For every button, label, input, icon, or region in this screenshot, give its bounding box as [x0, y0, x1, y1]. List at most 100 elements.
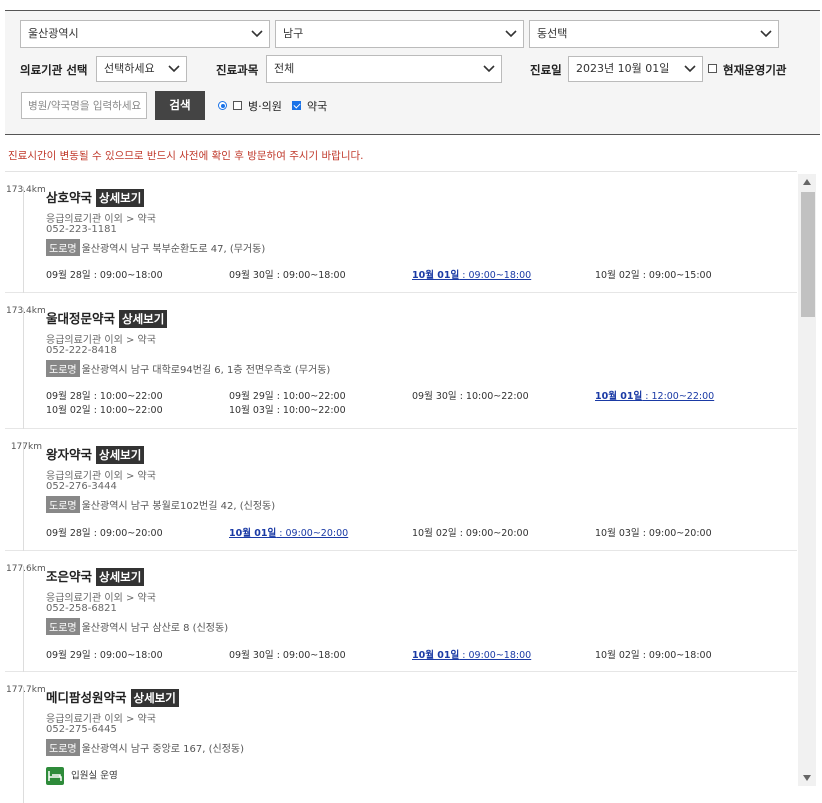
pharmacy-name-text[interactable]: 왕자약국 — [46, 447, 92, 462]
hours-cell: 09월 29일 : 09:00~18:00 — [46, 647, 226, 661]
distance: 177.6km — [6, 564, 46, 574]
hours-day: 10월 01일 — [595, 391, 643, 402]
hours-time: : 09:00~18:00 — [273, 270, 346, 281]
hours-day: 09월 29일 — [229, 391, 274, 402]
pharmacy-label: 약국 — [307, 100, 328, 113]
dept-value: 전체 — [274, 62, 295, 75]
timeline-line — [23, 187, 24, 293]
bed-icon — [46, 767, 64, 785]
road-badge: 도로명 — [46, 239, 80, 256]
hours-cell[interactable]: 10월 01일 : 12:00~22:00 — [595, 388, 775, 402]
hours-day: 10월 03일 — [229, 405, 274, 416]
category: 응급의료기관 이외 > 약국 — [46, 214, 156, 225]
road-badge: 도로명 — [46, 739, 80, 756]
list-item: 177.7km 메디팜성원약국 상세보기 응급의료기관 이외 > 약국 052-2… — [5, 672, 797, 803]
distance: 177.7km — [6, 685, 46, 695]
phone: 052-222-8418 — [46, 345, 117, 356]
hours-day: 10월 01일 — [412, 650, 460, 661]
pharmacy-name-text[interactable]: 울대정문약국 — [46, 311, 115, 326]
hours-day: 10월 03일 — [595, 528, 640, 539]
hours-time: : 10:00~22:00 — [273, 405, 346, 416]
type-radio[interactable] — [218, 101, 227, 110]
hours-cell[interactable]: 10월 01일 : 09:00~18:00 — [412, 267, 592, 281]
hours-time: : 09:00~15:00 — [639, 270, 712, 281]
hours-day: 10월 01일 — [412, 270, 460, 281]
pharmacy-checkbox[interactable] — [292, 101, 301, 110]
hours-day: 09월 30일 — [229, 650, 274, 661]
date-value: 2023년 10월 01일 — [576, 62, 670, 75]
pharmacy-name: 울대정문약국 상세보기 — [46, 308, 168, 328]
hours-cell[interactable]: 10월 01일 : 09:00~20:00 — [229, 525, 409, 539]
results-list: 173.4km 삼호약국 상세보기 응급의료기관 이외 > 약국 052-223-… — [5, 171, 820, 803]
date-select[interactable]: 2023년 10월 01일 — [568, 56, 703, 82]
hours-cell: 09월 29일 : 10:00~22:00 — [229, 388, 409, 402]
hours-cell: 09월 30일 : 09:00~18:00 — [229, 647, 409, 661]
open-now-checkbox[interactable] — [708, 64, 717, 73]
hours-time: : 09:00~20:00 — [639, 528, 712, 539]
chevron-down-icon — [684, 65, 696, 73]
hours-cell: 09월 28일 : 09:00~20:00 — [46, 525, 226, 539]
hours-day: 10월 01일 — [229, 528, 277, 539]
category: 응급의료기관 이외 > 약국 — [46, 471, 156, 482]
dept-select[interactable]: 전체 — [266, 55, 502, 83]
phone: 052-258-6821 — [46, 603, 117, 614]
address: 울산광역시 남구 중앙로 167, (신정동) — [81, 744, 244, 755]
hours-cell: 09월 30일 : 09:00~18:00 — [229, 267, 409, 281]
pharmacy-name-text[interactable]: 삼호약국 — [46, 190, 92, 205]
scroll-down-arrow-icon[interactable] — [803, 775, 811, 781]
scroll-up-arrow-icon[interactable] — [803, 179, 811, 185]
phone: 052-275-6445 — [46, 724, 117, 735]
hours-time: : 09:00~20:00 — [456, 528, 529, 539]
search-input[interactable] — [21, 92, 147, 119]
scrollbar[interactable] — [798, 174, 816, 786]
hours-cell: 10월 02일 : 09:00~15:00 — [595, 267, 775, 281]
chevron-down-icon — [505, 30, 517, 38]
scrollbar-thumb[interactable] — [801, 192, 815, 317]
hours-time: : 10:00~22:00 — [456, 391, 529, 402]
institution-select[interactable]: 선택하세요 — [96, 56, 187, 82]
address: 울산광역시 남구 봉월로102번길 42, (신정동) — [81, 501, 276, 512]
chevron-down-icon — [251, 30, 263, 38]
phone: 052-223-1181 — [46, 224, 117, 235]
address-row: 도로명 울산광역시 남구 삼산로 8 (신정동) — [46, 618, 228, 635]
detail-button[interactable]: 상세보기 — [119, 310, 168, 328]
hours-time: : 09:00~18:00 — [459, 650, 532, 661]
hours-time: : 09:00~18:00 — [90, 650, 163, 661]
detail-button[interactable]: 상세보기 — [96, 568, 145, 586]
institution-label: 의료기관 선택 — [20, 63, 88, 77]
hours-cell: 09월 28일 : 10:00~22:00 — [46, 388, 226, 402]
detail-button[interactable]: 상세보기 — [96, 189, 145, 207]
region3-select[interactable]: 동선택 — [529, 20, 779, 48]
notice-text: 진료시간이 변동될 수 있으므로 반드시 사전에 확인 후 방문하여 주시기 바… — [8, 150, 364, 162]
timeline-line — [23, 566, 24, 672]
hours-day: 09월 28일 — [46, 528, 91, 539]
hours-day: 09월 30일 — [412, 391, 457, 402]
pharmacy-name-text[interactable]: 메디팜성원약국 — [46, 690, 127, 705]
timeline-line — [23, 687, 24, 803]
hospital-checkbox[interactable] — [233, 101, 242, 110]
hours-cell: 09월 30일 : 10:00~22:00 — [412, 388, 592, 402]
search-button[interactable]: 검색 — [155, 91, 205, 120]
hours-day: 10월 02일 — [412, 528, 457, 539]
address-row: 도로명 울산광역시 남구 중앙로 167, (신정동) — [46, 739, 244, 756]
road-badge: 도로명 — [46, 360, 80, 377]
institution-value: 선택하세요 — [104, 62, 155, 75]
pharmacy-name: 삼호약국 상세보기 — [46, 187, 145, 207]
detail-button[interactable]: 상세보기 — [96, 446, 145, 464]
hours-cell[interactable]: 10월 01일 : 09:00~18:00 — [412, 647, 592, 661]
hours-time: : 12:00~22:00 — [642, 391, 715, 402]
hours-cell: 10월 03일 : 10:00~22:00 — [229, 402, 409, 416]
category: 응급의료기관 이외 > 약국 — [46, 335, 156, 346]
region1-select[interactable]: 울산광역시 — [20, 20, 270, 48]
pharmacy-name-text[interactable]: 조은약국 — [46, 569, 92, 584]
hours-time: : 10:00~22:00 — [90, 391, 163, 402]
dept-label: 진료과목 — [216, 63, 259, 77]
timeline-line — [23, 308, 24, 429]
hours-time: : 09:00~18:00 — [273, 650, 346, 661]
list-item: 177km 왕자약국 상세보기 응급의료기관 이외 > 약국 052-276-34… — [5, 429, 797, 551]
region2-select[interactable]: 남구 — [275, 20, 524, 48]
distance: 173.4km — [6, 185, 46, 195]
hours-time: : 09:00~20:00 — [276, 528, 349, 539]
hours-day: 09월 28일 — [46, 270, 91, 281]
detail-button[interactable]: 상세보기 — [130, 689, 179, 707]
